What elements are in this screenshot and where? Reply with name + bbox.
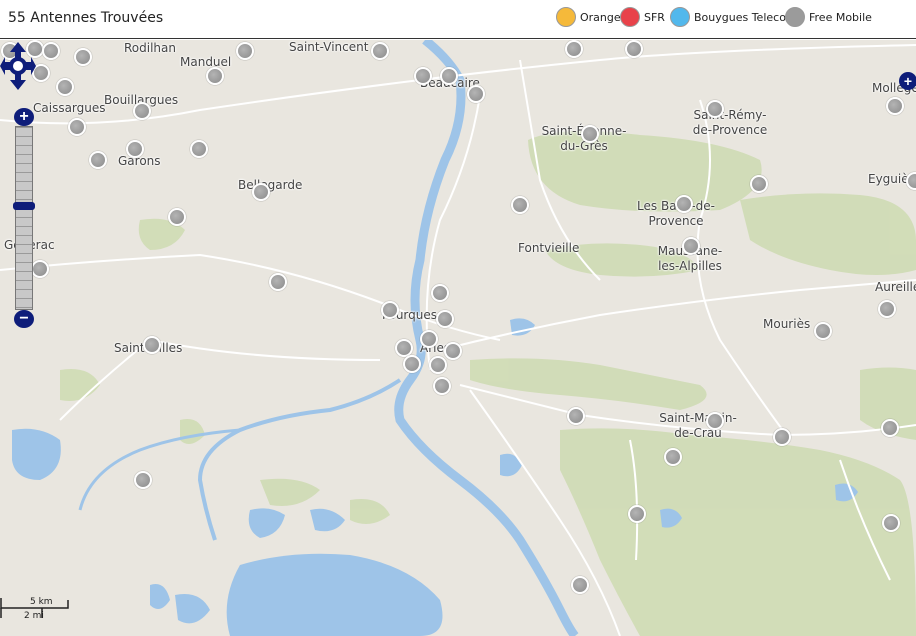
antenna-marker[interactable] bbox=[773, 428, 791, 446]
antenna-marker[interactable] bbox=[625, 40, 643, 58]
legend-label: Bouygues Telecom bbox=[694, 10, 797, 24]
antenna-marker[interactable] bbox=[252, 183, 270, 201]
antenna-marker[interactable] bbox=[628, 505, 646, 523]
antenna-marker[interactable] bbox=[56, 78, 74, 96]
antenna-marker[interactable] bbox=[269, 273, 287, 291]
antenna-marker[interactable] bbox=[565, 40, 583, 58]
place-label: Mouriès bbox=[763, 317, 811, 331]
antenna-marker[interactable] bbox=[126, 140, 144, 158]
antenna-marker[interactable] bbox=[433, 377, 451, 395]
antenna-marker[interactable] bbox=[42, 42, 60, 60]
antenna-marker[interactable] bbox=[882, 514, 900, 532]
place-label: Caissargues bbox=[33, 101, 106, 115]
place-label: Fontvieille bbox=[518, 241, 580, 255]
page-title: 55 Antennes Trouvées bbox=[8, 10, 164, 26]
antenna-marker[interactable] bbox=[444, 342, 462, 360]
antenna-marker[interactable] bbox=[371, 42, 389, 60]
legend-label: SFR bbox=[644, 10, 665, 24]
antenna-marker[interactable] bbox=[436, 310, 454, 328]
map-base-layer bbox=[0, 40, 916, 636]
sfr-dot-icon bbox=[620, 7, 640, 27]
antenna-marker[interactable] bbox=[750, 175, 768, 193]
antenna-marker[interactable] bbox=[467, 85, 485, 103]
antenna-marker[interactable] bbox=[878, 300, 896, 318]
place-label: Saint-Rémy-de-Provence bbox=[692, 108, 768, 137]
vegetation-areas bbox=[60, 131, 916, 636]
place-label: Bellegarde bbox=[238, 178, 303, 192]
bouygues-dot-icon bbox=[670, 7, 690, 27]
pan-arrows-icon[interactable] bbox=[0, 40, 36, 92]
antenna-marker[interactable] bbox=[381, 301, 399, 319]
antenna-marker[interactable] bbox=[190, 140, 208, 158]
antenna-marker[interactable] bbox=[706, 100, 724, 118]
legend-label: Orange bbox=[580, 10, 621, 24]
plus-icon[interactable]: + bbox=[14, 108, 34, 126]
header: 55 Antennes Trouvées Orange SFR Bouygues… bbox=[0, 0, 916, 39]
antenna-marker[interactable] bbox=[571, 576, 589, 594]
antenna-marker[interactable] bbox=[236, 42, 254, 60]
layer-switcher-plus-icon[interactable]: + bbox=[899, 72, 916, 90]
free-dot-icon bbox=[785, 7, 805, 27]
antenna-marker[interactable] bbox=[403, 355, 421, 373]
antenna-marker[interactable] bbox=[168, 208, 186, 226]
antenna-marker[interactable] bbox=[511, 196, 529, 214]
antenna-marker[interactable] bbox=[68, 118, 86, 136]
legend-item-orange[interactable]: Orange bbox=[556, 6, 621, 28]
antenna-marker[interactable] bbox=[440, 67, 458, 85]
antenna-marker[interactable] bbox=[74, 48, 92, 66]
place-label: Rodilhan bbox=[124, 41, 176, 55]
legend-item-free[interactable]: Free Mobile bbox=[785, 6, 872, 28]
antenna-marker[interactable] bbox=[206, 67, 224, 85]
antenna-marker[interactable] bbox=[429, 356, 447, 374]
place-label: Saint-Martin-de-Crau bbox=[659, 411, 737, 440]
legend-item-bouygues[interactable]: Bouygues Telecom bbox=[670, 6, 797, 28]
antenna-marker[interactable] bbox=[567, 407, 585, 425]
zoom-thumb[interactable] bbox=[13, 202, 35, 210]
antenna-marker[interactable] bbox=[143, 336, 161, 354]
zoom-track[interactable] bbox=[15, 126, 33, 310]
scale-top-label: 5 km bbox=[30, 597, 53, 607]
antenna-marker[interactable] bbox=[414, 67, 432, 85]
zoom-slider[interactable]: + − bbox=[13, 108, 35, 328]
antenna-marker[interactable] bbox=[581, 125, 599, 143]
orange-dot-icon bbox=[556, 7, 576, 27]
antenna-marker[interactable] bbox=[133, 102, 151, 120]
antenna-marker[interactable] bbox=[675, 195, 693, 213]
antenna-marker[interactable] bbox=[814, 322, 832, 340]
antenna-marker[interactable] bbox=[431, 284, 449, 302]
antenna-marker[interactable] bbox=[881, 419, 899, 437]
place-label: Manduel bbox=[180, 55, 232, 69]
legend-item-sfr[interactable]: SFR bbox=[620, 6, 665, 28]
legend: Orange SFR Bouygues Telecom Free Mobile bbox=[556, 6, 916, 28]
legend-label: Free Mobile bbox=[809, 10, 872, 24]
antenna-marker[interactable] bbox=[706, 412, 724, 430]
antenna-marker[interactable] bbox=[682, 237, 700, 255]
antenna-marker[interactable] bbox=[89, 151, 107, 169]
antenna-marker[interactable] bbox=[420, 330, 438, 348]
place-label: Aureille bbox=[875, 280, 916, 294]
antenna-marker[interactable] bbox=[664, 448, 682, 466]
antenna-marker[interactable] bbox=[134, 471, 152, 489]
antenna-marker[interactable] bbox=[886, 97, 904, 115]
place-label: Saint-Vincent bbox=[289, 40, 369, 54]
minus-icon[interactable]: − bbox=[14, 310, 34, 328]
scale-bottom-label: 2 mi bbox=[24, 611, 44, 621]
map-canvas[interactable]: Rodilhan Saint-Vincent Manduel Beaucaire… bbox=[0, 40, 916, 636]
